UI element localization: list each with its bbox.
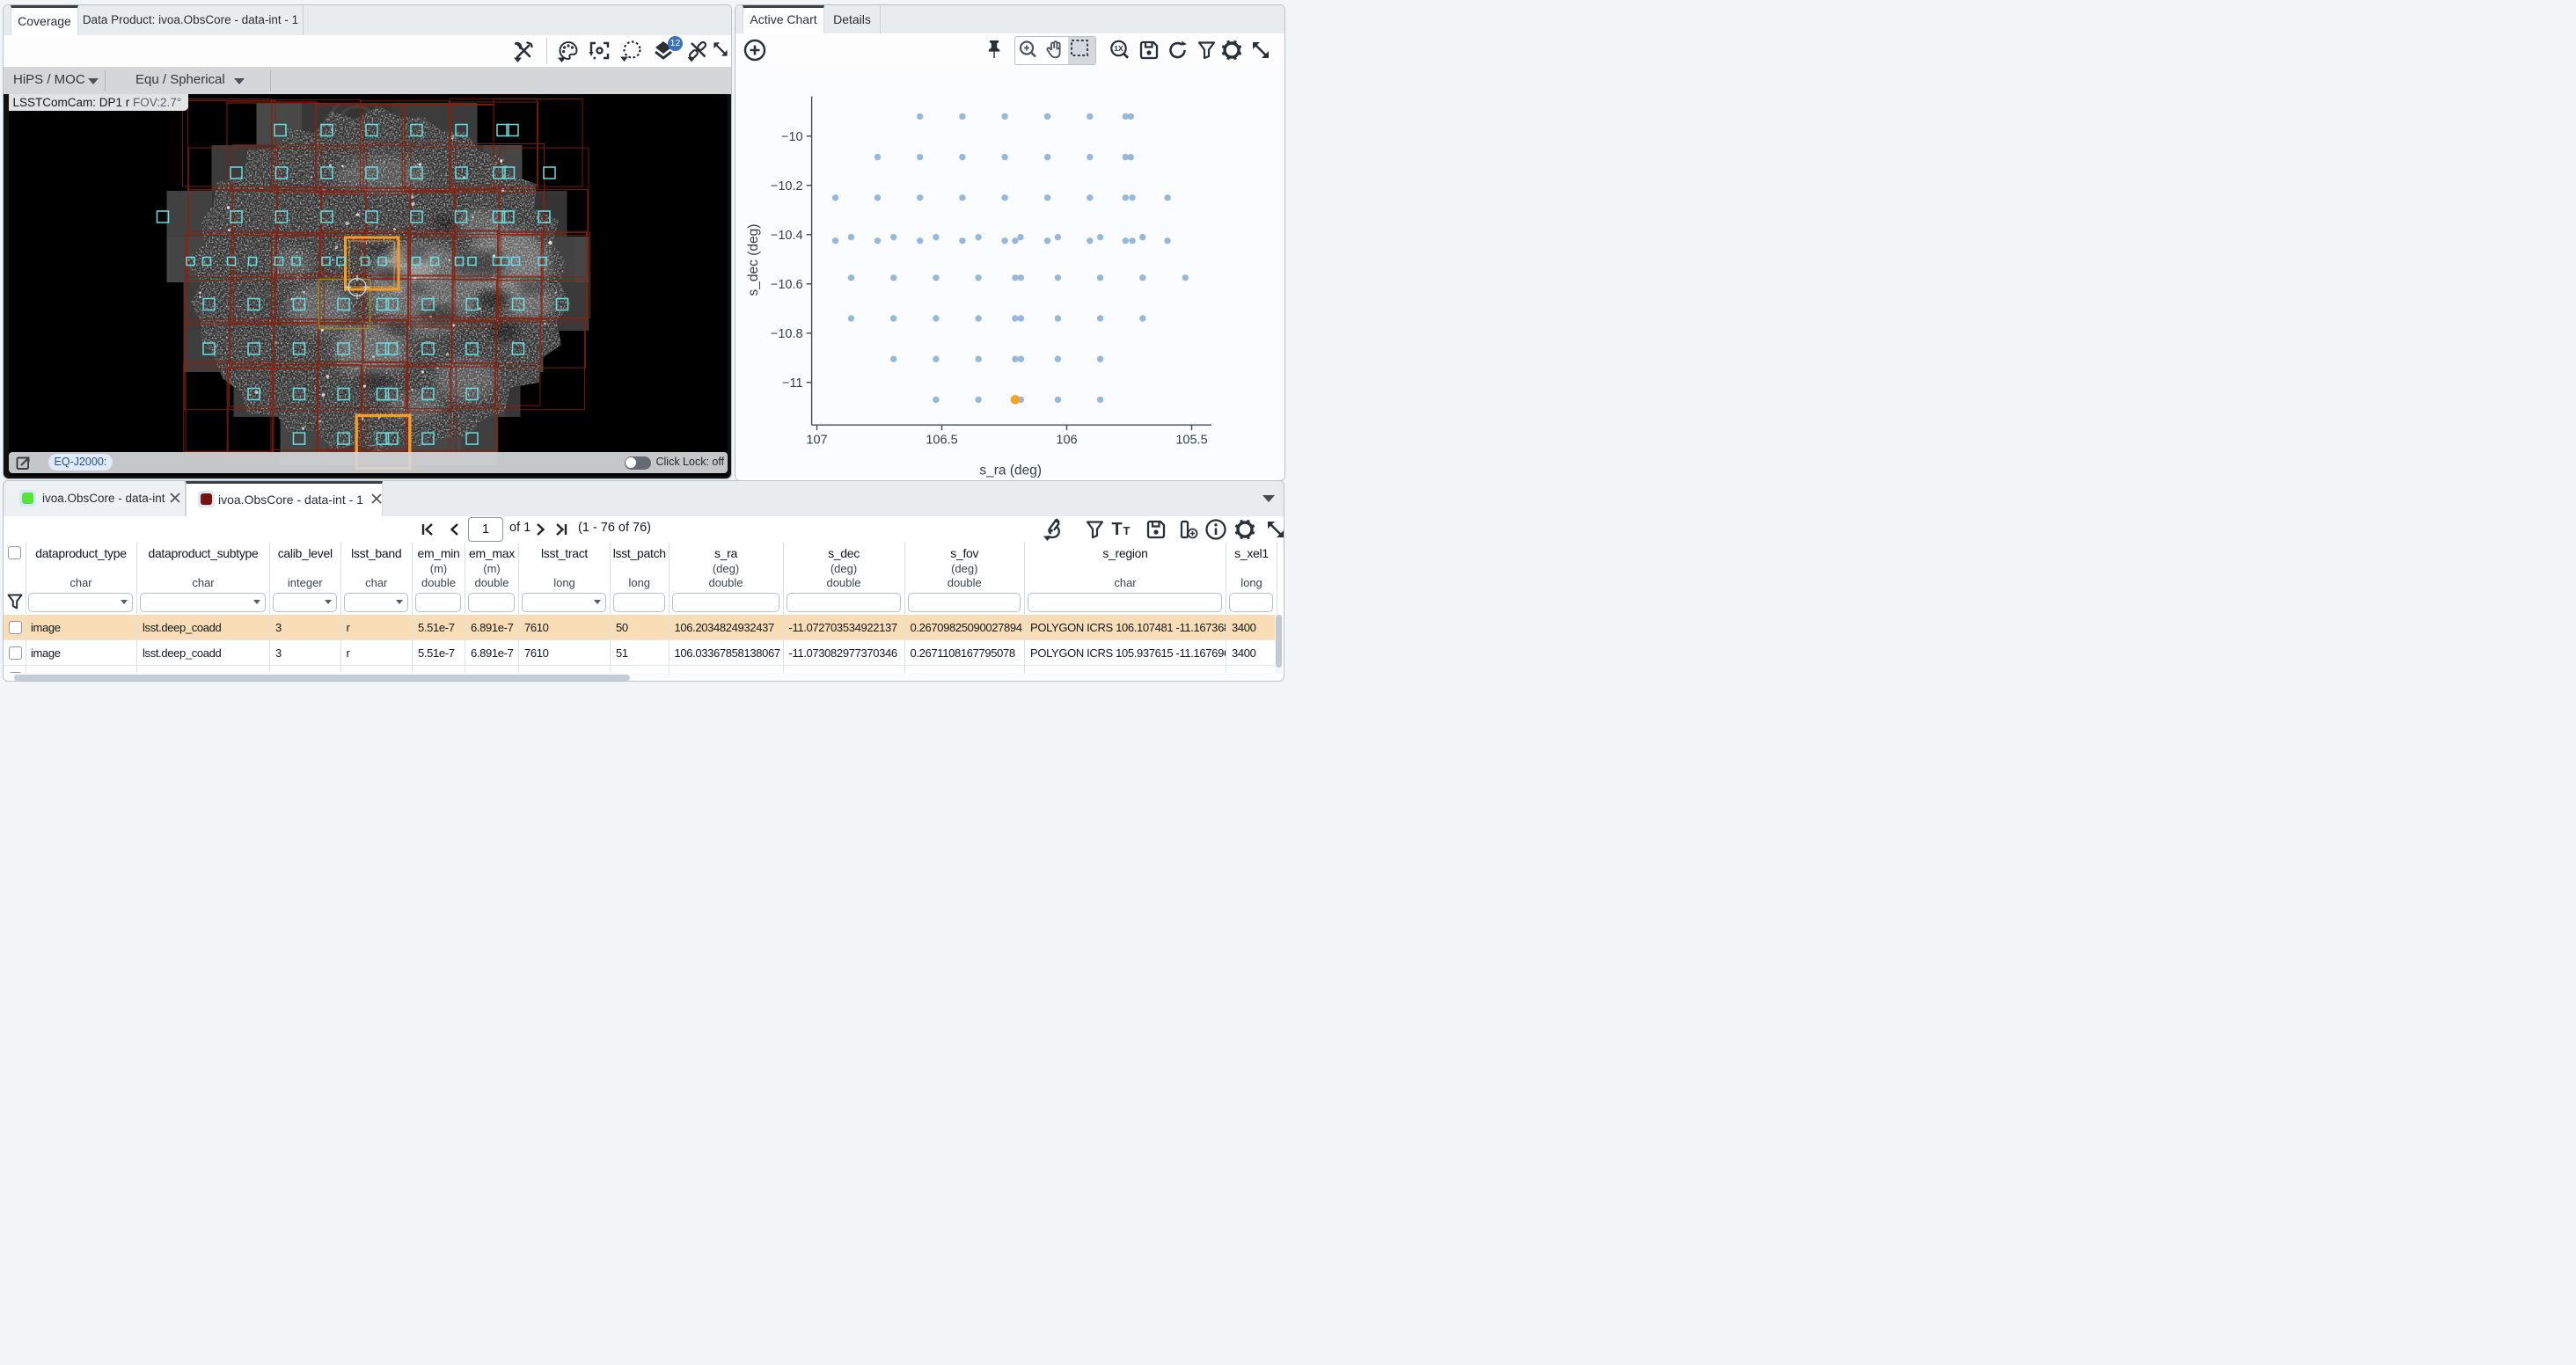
svg-text:−10.4: −10.4	[771, 229, 803, 243]
svg-text:105.5: 105.5	[1175, 434, 1207, 448]
svg-text:T: T	[1123, 524, 1131, 537]
svg-text:107: 107	[806, 434, 827, 448]
svg-text:−10: −10	[781, 130, 803, 144]
svg-text:1X: 1X	[1114, 44, 1123, 53]
svg-text:−10.6: −10.6	[771, 278, 803, 292]
svg-text:s_ra (deg): s_ra (deg)	[979, 464, 1042, 478]
svg-text:T: T	[1112, 520, 1123, 539]
svg-text:106: 106	[1056, 434, 1077, 448]
svg-text:106.5: 106.5	[926, 434, 957, 448]
svg-text:−10.8: −10.8	[771, 327, 803, 341]
svg-text:−10.2: −10.2	[771, 179, 803, 193]
svg-text:s_dec (deg): s_dec (deg)	[746, 224, 761, 296]
svg-text:−11: −11	[782, 376, 803, 391]
